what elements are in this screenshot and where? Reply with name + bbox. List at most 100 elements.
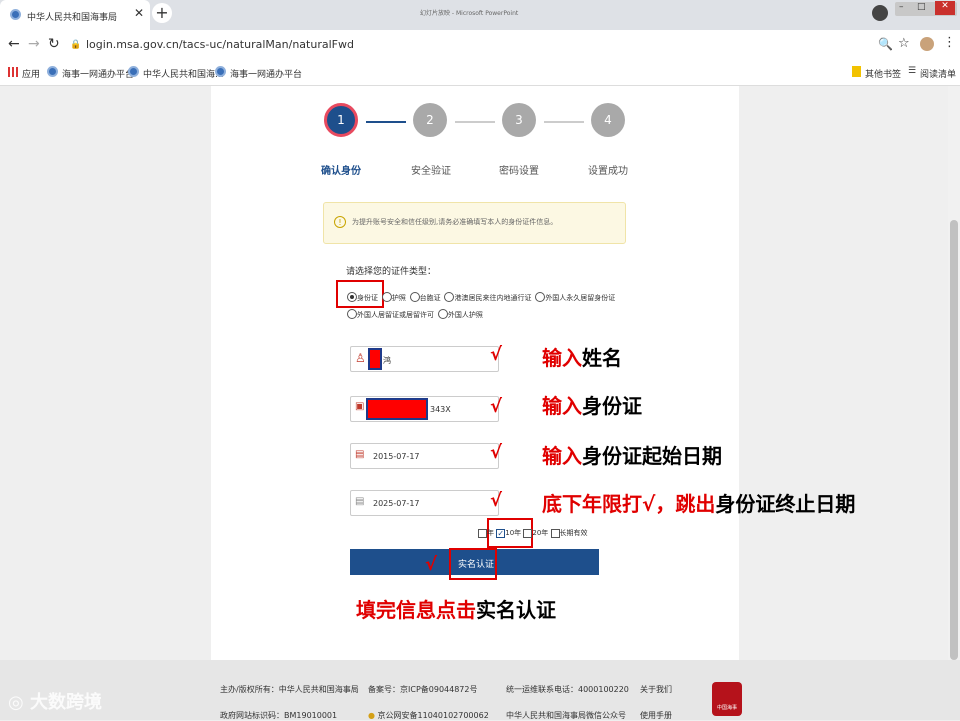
site-favicon-icon — [10, 9, 21, 20]
annotation-5: 填完信息点击实名认证 — [356, 598, 556, 622]
bookmarks-bar: 应用 海事一网通办平台 中华人民共和国海... 海事一网通办平台 其他书签 ☰ … — [0, 60, 960, 86]
back-icon[interactable]: ← — [8, 36, 20, 52]
maximize-icon[interactable]: □ — [917, 2, 926, 12]
checkbox-long-term[interactable] — [550, 528, 560, 538]
validity-options: 年 ✓10年 20年 长期有效 — [478, 528, 588, 538]
minimize-icon[interactable]: – — [899, 2, 904, 12]
radio-foreigner-passport[interactable] — [437, 308, 448, 319]
menu-icon[interactable]: ⋮ — [943, 35, 956, 50]
annotation-check: √ — [425, 554, 438, 575]
calendar-icon: ▤ — [355, 449, 365, 460]
bookmark-apps[interactable]: 应用 — [22, 67, 40, 80]
footer-about[interactable]: 关于我们 — [640, 684, 672, 695]
inactive-tab-title: 幻灯片放映 - Microsoft PowerPoint — [420, 10, 519, 17]
new-tab-button[interactable]: + — [152, 3, 172, 23]
bookmark-other[interactable]: 其他书签 — [865, 67, 901, 80]
annotation-check: √ — [490, 344, 503, 365]
folder-icon — [852, 66, 861, 77]
opt-label: 外国人永久居留身份证 — [545, 294, 616, 302]
annotation-4: 底下年限打√，跳出身份证终止日期 — [542, 492, 856, 516]
opt-label: 身份证 — [357, 294, 378, 302]
footer-hotline: 统一运维联系电话：4000100220 — [506, 685, 629, 694]
annotation-3: 输入身份证起始日期 — [542, 444, 722, 468]
footer-sponsor: 主办/版权所有：中华人民共和国海事局 — [220, 685, 359, 694]
id-type-row-2: 外国人居留证或居留许可 外国人护照 — [347, 306, 483, 320]
step-2-circle: 2 — [413, 103, 447, 137]
close-window-icon[interactable]: ✕ — [935, 1, 955, 15]
checkbox-10-year-checked[interactable]: ✓ — [496, 528, 506, 538]
tab-title: 中华人民共和国海事局 — [27, 13, 118, 23]
scrollbar-thumb[interactable] — [950, 220, 958, 660]
notice-text: 为提升账号安全和信任级别,请务必准确填写本人的身份证件信息。 — [352, 218, 558, 226]
annotation-2: 输入身份证 — [542, 394, 642, 418]
validity-label: 20年 — [532, 529, 549, 537]
step-1-circle: 1 — [324, 103, 358, 137]
address-bar[interactable]: login.msa.gov.cn/tacs-uc/naturalMan/natu… — [86, 38, 354, 51]
radio-foreigner-residence[interactable] — [347, 308, 357, 319]
window-controls[interactable]: – □ ✕ — [895, 1, 957, 16]
china-msa-logo: 中国海事 — [712, 682, 742, 716]
apps-icon[interactable] — [8, 67, 18, 77]
notice-box: ! 为提升账号安全和信任级别,请务必准确填写本人的身份证件信息。 — [323, 202, 626, 244]
info-icon: ! — [334, 216, 346, 228]
name-field[interactable]: ♙ 鸿 — [350, 346, 499, 372]
radio-id-card[interactable] — [347, 291, 357, 302]
step-3-circle: 3 — [502, 103, 536, 137]
end-date-field[interactable]: ▤ 2025-07-17 — [350, 490, 499, 516]
user-icon: ♙ — [355, 351, 366, 365]
police-badge-icon: ● — [368, 711, 375, 720]
radio-taiwan-permit[interactable] — [409, 291, 420, 302]
submit-label[interactable]: 实名认证 — [458, 557, 494, 570]
step-connector — [366, 121, 406, 123]
redaction-box — [366, 398, 428, 420]
annotation-check: √ — [490, 396, 503, 417]
close-tab-icon[interactable]: ✕ — [134, 6, 144, 20]
name-value: 鸿 — [383, 356, 391, 365]
checkbox-year[interactable] — [478, 528, 487, 538]
step-3-label: 密码设置 — [499, 166, 539, 177]
forward-icon[interactable]: → — [28, 36, 40, 52]
zoom-icon[interactable]: 🔍 — [878, 37, 893, 51]
reading-list-icon: ☰ — [908, 66, 917, 76]
validity-label: 长期有效 — [559, 529, 588, 537]
active-tab[interactable]: 中华人民共和国海事局 ✕ — [0, 0, 150, 30]
step-connector — [455, 121, 495, 123]
id-type-row-1: 身份证 护照 台胞证 港澳居民来往内地通行证 外国人永久居留身份证 — [347, 289, 615, 303]
opt-label: 外国人护照 — [447, 311, 483, 319]
browser-toolbar: ← → ↻ 🔒 login.msa.gov.cn/tacs-uc/natural… — [0, 30, 960, 60]
bookmark-item[interactable]: 中华人民共和国海... — [143, 67, 224, 80]
id-type-label: 请选择您的证件类型： — [346, 267, 437, 277]
radio-passport[interactable] — [381, 291, 392, 302]
opt-label: 护照 — [391, 294, 406, 302]
id-card-icon: ▣ — [355, 401, 365, 412]
validity-label: 10年 — [505, 529, 522, 537]
bookmark-favicon-icon — [47, 66, 58, 77]
opt-label: 外国人居留证或居留许可 — [357, 311, 434, 319]
bookmark-favicon-icon — [128, 66, 139, 77]
radio-foreigner-permanent[interactable] — [535, 291, 546, 302]
start-date-field[interactable]: ▤ 2015-07-17 — [350, 443, 499, 469]
step-4-label: 设置成功 — [588, 166, 628, 177]
profile-icon[interactable] — [872, 5, 888, 21]
annotation-check: √ — [490, 490, 503, 511]
radio-hk-macau-permit[interactable] — [444, 291, 455, 302]
reload-icon[interactable]: ↻ — [48, 36, 60, 52]
step-2-label: 安全验证 — [411, 166, 451, 177]
footer-police[interactable]: ● 京公网安备11040102700062 — [368, 710, 489, 721]
calendar-icon: ▤ — [355, 496, 365, 507]
validity-label: 年 — [487, 529, 494, 537]
bookmark-reading-list[interactable]: 阅读清单 — [920, 67, 956, 80]
footer-wechat: 中华人民共和国海事局微信公众号 — [506, 711, 626, 720]
footer-gov-id: 政府网站标识码：BM19010001 — [220, 711, 338, 720]
step-4-circle: 4 — [591, 103, 625, 137]
start-date-value: 2015-07-17 — [373, 452, 420, 461]
footer-manual[interactable]: 使用手册 — [640, 710, 672, 721]
star-icon[interactable]: ☆ — [898, 36, 910, 51]
redaction-box — [368, 348, 382, 370]
bookmark-item[interactable]: 海事一网通办平台 — [62, 67, 134, 80]
avatar[interactable] — [920, 37, 934, 51]
bookmark-item[interactable]: 海事一网通办平台 — [230, 67, 302, 80]
id-number-field[interactable]: ▣ 343X — [350, 396, 499, 422]
id-value: 343X — [430, 405, 451, 414]
footer-icp[interactable]: 备案号：京ICP备09044872号 — [368, 684, 478, 695]
